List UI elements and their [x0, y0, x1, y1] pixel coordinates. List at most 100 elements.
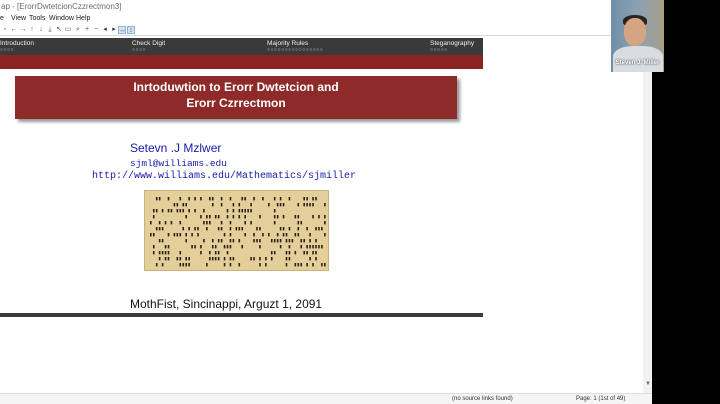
card-hole — [182, 203, 185, 207]
card-hole — [282, 227, 285, 231]
window-title: ap - [ErorrDwtetcionCzzrectmon3] — [1, 2, 122, 11]
card-hole — [294, 251, 297, 255]
card-hole — [185, 239, 187, 243]
card-hole — [306, 263, 308, 267]
status-bar: (no source links found) Page: 1 (1st of … — [0, 393, 652, 404]
card-hole — [173, 233, 176, 237]
card-hole — [321, 245, 323, 249]
nav-section-introduction[interactable]: Introduction — [0, 40, 34, 47]
forward-icon[interactable]: ▸ — [110, 26, 118, 34]
card-hole — [229, 245, 232, 249]
card-hole — [312, 245, 314, 249]
fit-page-icon[interactable]: ▭ — [64, 26, 72, 34]
card-hole — [259, 215, 261, 219]
slide-title-line-1: Inrtoduwtion to Erorr Dwtetcion and — [133, 80, 339, 94]
card-hole — [250, 221, 252, 225]
card-hole — [288, 251, 291, 255]
author-email[interactable]: sjml@williams.edu — [130, 158, 227, 169]
card-hole — [279, 203, 282, 207]
zoom-out-icon[interactable]: − — [92, 26, 100, 34]
card-hole — [315, 239, 317, 243]
card-hole — [223, 263, 226, 267]
card-hole — [217, 227, 220, 231]
nav-dots-steganography[interactable]: ○○○○○ — [430, 47, 448, 53]
card-hole — [232, 239, 235, 243]
card-hole — [173, 203, 176, 207]
card-hole — [220, 227, 223, 231]
vertical-scrollbar[interactable]: ▲ ▼ — [643, 36, 652, 393]
card-hole — [229, 263, 232, 267]
menu-item-tools[interactable]: Tools — [29, 15, 45, 22]
menu-item-window[interactable]: Window — [49, 15, 74, 22]
card-hole — [259, 239, 261, 243]
card-hole — [321, 227, 323, 231]
page-number[interactable]: 1 — [593, 396, 596, 402]
card-hole — [285, 263, 288, 267]
card-hole — [226, 215, 229, 219]
card-hole — [217, 251, 220, 255]
card-hole — [256, 227, 258, 231]
author-url[interactable]: http://www.williams.edu/Mathematics/sjmi… — [92, 171, 356, 182]
nav-section-majority-rules[interactable]: Majority Rules — [267, 40, 308, 47]
card-hole — [244, 221, 246, 225]
card-hole — [324, 221, 326, 225]
back-icon[interactable]: ◂ — [101, 26, 109, 34]
card-hole — [270, 257, 273, 261]
card-hole — [291, 239, 294, 243]
card-hole — [238, 203, 241, 207]
card-hole — [164, 221, 167, 225]
right-arrow-icon[interactable]: → — [19, 26, 27, 34]
card-hole — [179, 221, 182, 225]
card-hole — [158, 227, 161, 231]
page-indicator: Page: 1 (1st of 49) — [576, 396, 625, 402]
search-icon[interactable]: ⌕ — [74, 26, 82, 34]
card-hole — [276, 239, 279, 243]
card-hole — [179, 251, 182, 255]
first-page-icon[interactable]: ↖ — [55, 26, 63, 34]
card-hole — [300, 239, 303, 243]
card-hole — [315, 257, 317, 261]
card-hole — [229, 233, 232, 237]
card-hole — [188, 209, 190, 213]
slide-footer: MothFist, Sincinappi, Arguzt 1, 2091 — [130, 297, 323, 311]
nav-section-steganography[interactable]: Steganography — [430, 40, 474, 47]
up-arrow-icon[interactable]: ↑ — [28, 26, 36, 34]
card-hole — [321, 263, 323, 267]
card-hole — [312, 197, 314, 201]
left-arrow-icon[interactable]: ← — [10, 26, 18, 34]
fit-height-icon[interactable]: ↕ — [127, 26, 135, 34]
card-hole — [282, 203, 285, 207]
card-hole — [197, 233, 199, 237]
card-hole — [179, 197, 182, 201]
card-hole — [318, 227, 320, 231]
nav-dots-check-digit[interactable]: ○○○○ — [132, 47, 146, 53]
card-hole — [185, 233, 187, 237]
scroll-down-icon[interactable]: ▼ — [645, 381, 651, 387]
card-hole — [303, 203, 305, 207]
menu-item-edit[interactable]: e — [0, 15, 4, 22]
nav-dots-introduction[interactable]: ○○○○ — [0, 47, 14, 53]
card-hole — [238, 209, 241, 213]
zoom-in-icon[interactable]: + — [83, 26, 91, 34]
menu-item-help[interactable]: Help — [76, 15, 90, 22]
card-hole — [211, 203, 214, 207]
card-hole — [235, 227, 238, 231]
page-icon[interactable]: ▫ — [1, 26, 9, 34]
card-hole — [259, 245, 261, 249]
card-hole — [276, 233, 279, 237]
card-hole — [217, 215, 220, 219]
card-hole — [306, 251, 308, 255]
nav-dots-majority-rules[interactable]: ○○○○○○○○○○○○○○○○ — [267, 47, 323, 53]
down-arrow-icon[interactable]: ↓ — [37, 26, 45, 34]
card-hole — [220, 239, 223, 243]
nav-section-check-digit[interactable]: Check Digit — [132, 40, 165, 47]
card-hole — [200, 245, 202, 249]
fit-width-icon[interactable]: ↔ — [118, 26, 126, 34]
card-hole — [179, 263, 182, 267]
card-hole — [167, 197, 170, 201]
card-hole — [288, 245, 291, 249]
card-hole — [232, 209, 235, 213]
card-hole — [232, 215, 235, 219]
menu-item-view[interactable]: View — [11, 15, 26, 22]
down-bar-icon[interactable]: ⤓ — [46, 26, 54, 34]
